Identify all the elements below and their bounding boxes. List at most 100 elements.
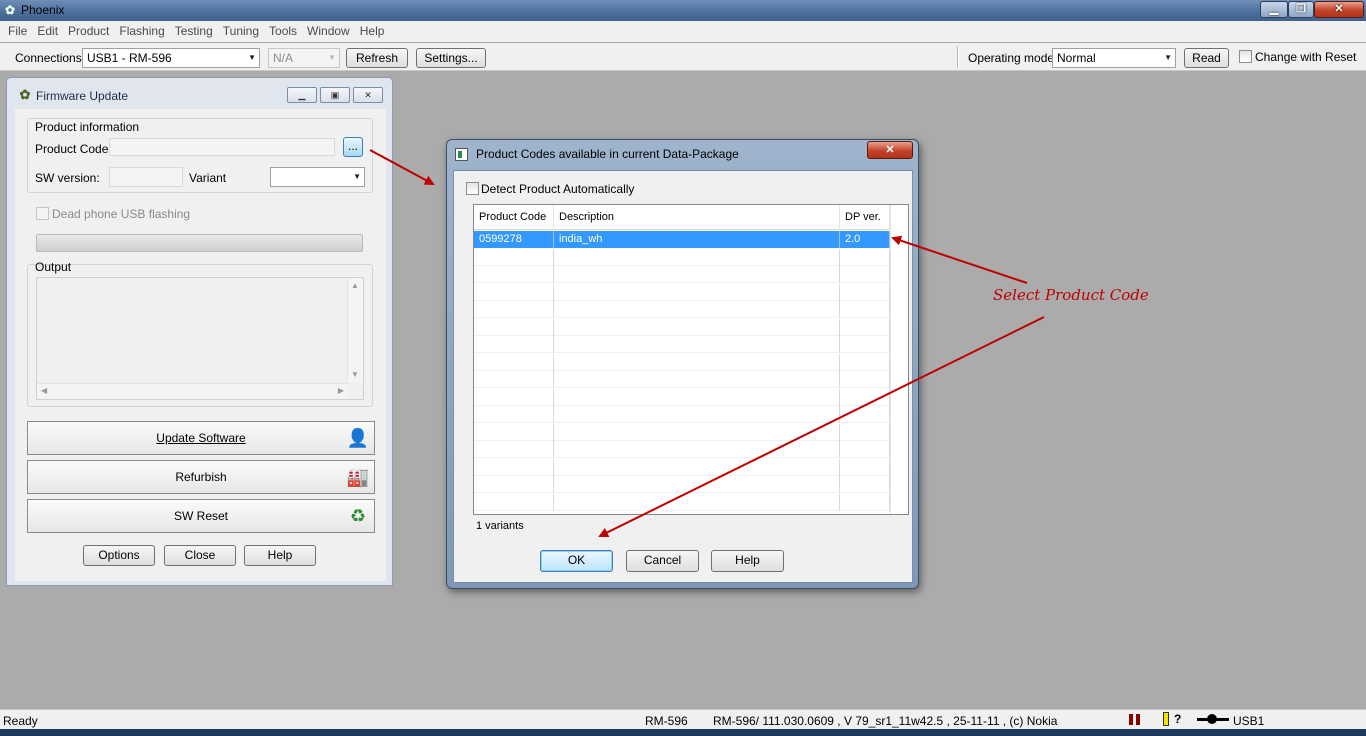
fw-help-button[interactable]: Help <box>244 545 316 566</box>
menu-file[interactable]: File <box>3 21 32 42</box>
vertical-scrollbar[interactable]: ▲ ▼ <box>347 278 363 382</box>
menu-bar: File Edit Product Flashing Testing Tuning Tool… <box>0 21 1366 42</box>
horizontal-scrollbar[interactable]: ◀ ▶ <box>37 383 348 399</box>
empty-table-row[interactable] <box>474 493 890 511</box>
dead-phone-checkbox[interactable] <box>36 207 49 220</box>
column-header-product-code[interactable]: Product Code <box>474 205 554 230</box>
refresh-button[interactable]: Refresh <box>346 48 408 68</box>
scroll-left-icon[interactable]: ◀ <box>41 386 47 395</box>
operating-mode-select[interactable]: Normal ▼ <box>1052 48 1176 68</box>
menu-tuning[interactable]: Tuning <box>218 21 264 42</box>
scroll-right-icon[interactable]: ▶ <box>338 386 344 395</box>
empty-table-row[interactable] <box>474 266 890 283</box>
table-cell-dp-ver <box>840 301 890 318</box>
empty-table-row[interactable] <box>474 423 890 441</box>
empty-table-row[interactable] <box>474 371 890 388</box>
table-cell-code <box>474 301 554 318</box>
ok-button[interactable]: OK <box>540 550 613 572</box>
menu-help[interactable]: Help <box>355 21 390 42</box>
sw-reset-button[interactable]: SW Reset ♻ <box>27 499 375 533</box>
fw-close-button[interactable]: Close <box>164 545 236 566</box>
scroll-down-icon[interactable]: ▼ <box>351 370 359 379</box>
cancel-button[interactable]: Cancel <box>626 550 699 572</box>
close-button[interactable]: ✕ <box>1314 1 1364 18</box>
output-textarea[interactable]: ▲ ▼ ◀ ▶ <box>36 277 364 400</box>
table-cell-code <box>474 336 554 353</box>
table-cell-code <box>474 283 554 301</box>
restore-icon[interactable]: ▣ <box>320 87 350 103</box>
empty-table-row[interactable] <box>474 406 890 423</box>
menu-testing[interactable]: Testing <box>170 21 218 42</box>
refurbish-button[interactable]: Refurbish 🏭 <box>27 460 375 494</box>
connection-select[interactable]: USB1 - RM-596 ▼ <box>82 48 260 68</box>
table-cell-dp-ver <box>840 353 890 371</box>
close-icon[interactable]: ✕ <box>353 87 383 103</box>
empty-table-row[interactable] <box>474 476 890 493</box>
factory-icon: 🏭 <box>346 467 370 487</box>
battery-icon <box>1163 712 1169 726</box>
table-cell-description <box>554 406 840 423</box>
menu-product[interactable]: Product <box>63 21 114 42</box>
table-cell-code <box>474 441 554 458</box>
phoenix-app-icon: ✿ <box>4 3 16 17</box>
minimize-button[interactable]: ▁ <box>1260 1 1288 18</box>
column-header-dp-ver[interactable]: DP ver. <box>840 205 890 230</box>
menu-flashing[interactable]: Flashing <box>114 21 169 42</box>
operating-mode-value: Normal <box>1057 51 1096 65</box>
menu-edit[interactable]: Edit <box>32 21 63 42</box>
menu-window[interactable]: Window <box>302 21 355 42</box>
detect-product-checkbox[interactable] <box>466 182 479 195</box>
empty-table-row[interactable] <box>474 458 890 476</box>
menu-tools[interactable]: Tools <box>264 21 302 42</box>
table-cell-description <box>554 423 840 441</box>
table-cell-code <box>474 266 554 283</box>
table-cell-code <box>474 458 554 476</box>
table-cell-code: 0599278 <box>474 231 554 248</box>
firmware-body: Product information Product Code: ... SW… <box>15 109 386 581</box>
change-with-reset-checkbox[interactable] <box>1239 50 1252 63</box>
dialog-help-button[interactable]: Help <box>711 550 784 572</box>
table-cell-description <box>554 266 840 283</box>
help-question-icon: ? <box>1174 712 1182 726</box>
scroll-up-icon[interactable]: ▲ <box>351 281 359 290</box>
empty-table-row[interactable] <box>474 283 890 301</box>
table-cell-dp-ver <box>840 388 890 406</box>
sw-version-field[interactable] <box>109 167 183 187</box>
secondary-select[interactable]: N/A ▼ <box>268 48 340 68</box>
empty-table-row[interactable] <box>474 441 890 458</box>
restore-button[interactable]: ❐ <box>1288 1 1314 18</box>
settings-button[interactable]: Settings... <box>416 48 486 68</box>
table-cell-dp-ver <box>840 458 890 476</box>
update-software-button[interactable]: Update Software 👤 <box>27 421 375 455</box>
grid-filler-column <box>890 205 908 514</box>
browse-product-code-button[interactable]: ... <box>343 137 363 157</box>
table-cell-dp-ver <box>840 423 890 441</box>
variant-select[interactable]: ▼ <box>270 167 365 187</box>
empty-table-row[interactable] <box>474 388 890 406</box>
table-cell-description <box>554 301 840 318</box>
connection-value: USB1 - RM-596 <box>87 51 172 65</box>
empty-table-row[interactable] <box>474 248 890 266</box>
table-cell-description <box>554 248 840 266</box>
sw-reset-label: SW Reset <box>173 509 228 523</box>
product-information-label: Product information <box>35 120 140 134</box>
table-cell-description <box>554 353 840 371</box>
read-button[interactable]: Read <box>1184 48 1229 68</box>
table-row[interactable]: 0599278 india_wh 2.0 <box>474 231 890 248</box>
empty-table-row[interactable] <box>474 301 890 318</box>
table-cell-code <box>474 371 554 388</box>
table-cell-code <box>474 423 554 441</box>
dialog-close-button[interactable]: ✕ <box>867 141 913 159</box>
empty-table-row[interactable] <box>474 353 890 371</box>
dead-phone-label: Dead phone USB flashing <box>52 207 191 221</box>
empty-table-row[interactable] <box>474 336 890 353</box>
annotation-label: Select Product Code <box>993 286 1149 304</box>
detect-product-label: Detect Product Automatically <box>481 182 635 196</box>
empty-table-row[interactable] <box>474 318 890 336</box>
firmware-update-window: ✿ Firmware Update ▁ ▣ ✕ Product informat… <box>6 77 393 586</box>
options-button[interactable]: Options <box>83 545 155 566</box>
minimize-icon[interactable]: ▁ <box>287 87 317 103</box>
column-header-description[interactable]: Description <box>554 205 840 230</box>
product-code-field[interactable] <box>109 138 335 156</box>
dialog-title: Product Codes available in current Data-… <box>476 147 739 161</box>
